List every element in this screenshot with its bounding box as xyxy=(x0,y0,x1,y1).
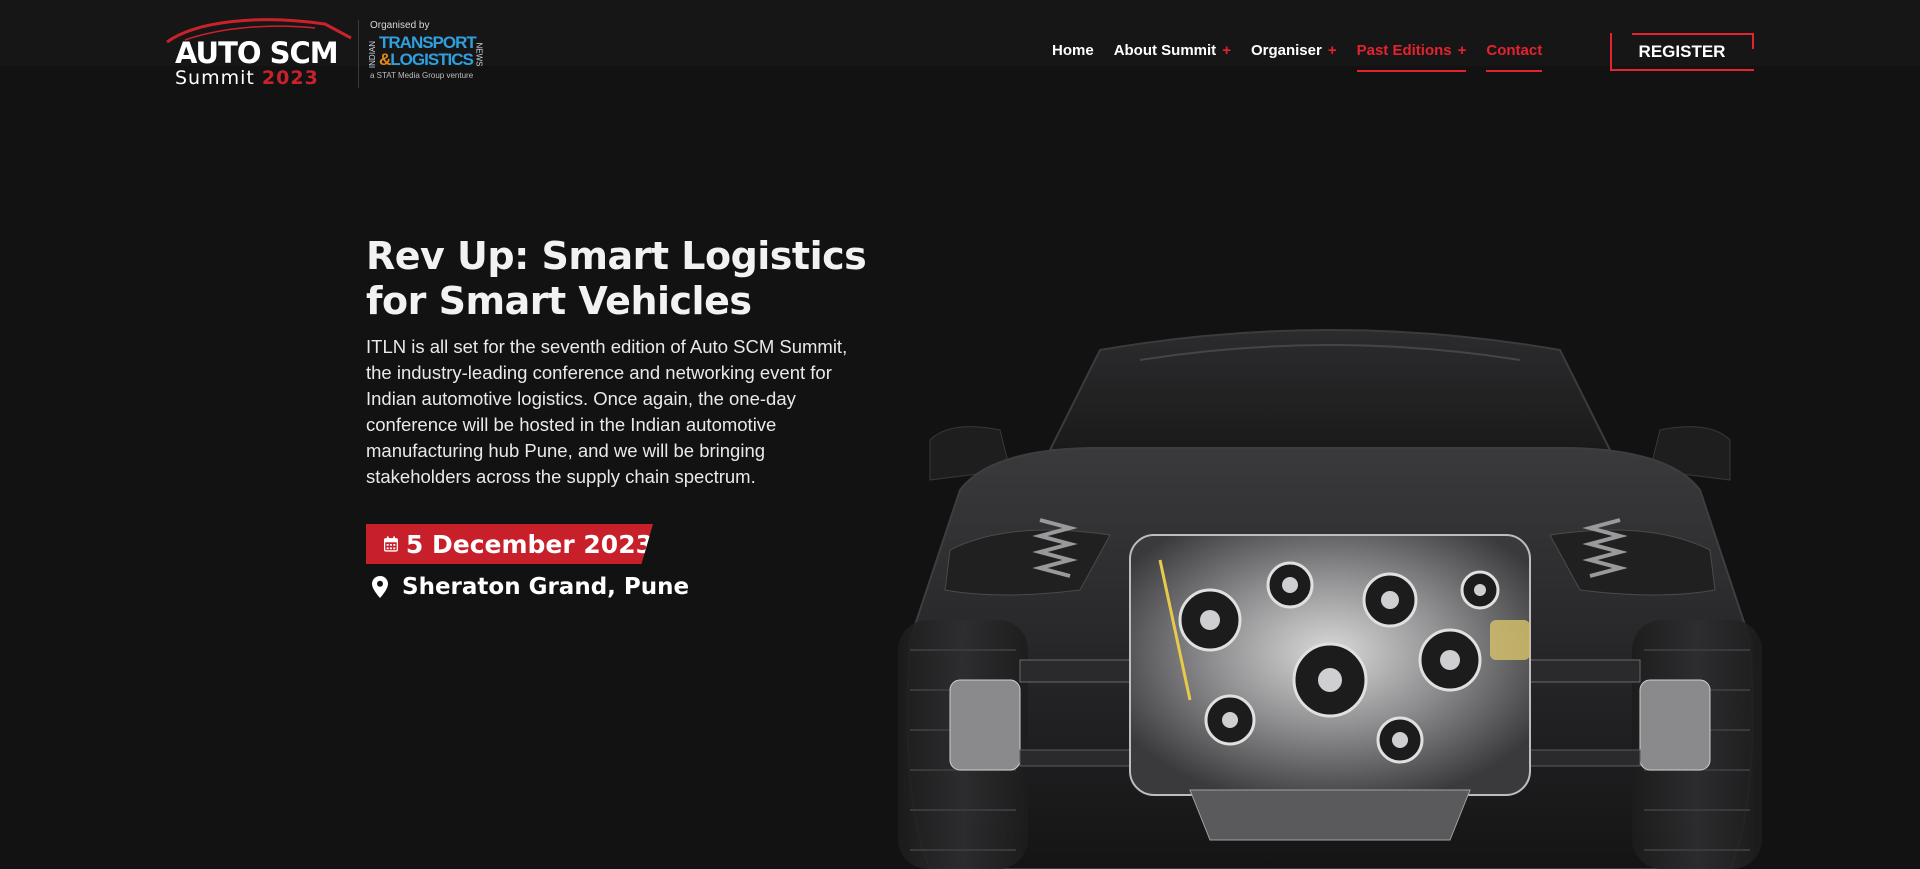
map-pin-icon xyxy=(372,576,388,598)
nav-organiser-label: Organiser xyxy=(1250,42,1322,59)
logo-title: AUTO SCM xyxy=(175,36,339,70)
main-nav: Home About Summit + Organiser + Past Edi… xyxy=(1052,42,1543,72)
logo-subtitle: Summit 2023 xyxy=(175,67,319,89)
car-engine-image xyxy=(898,329,1762,869)
calendar-icon xyxy=(384,536,398,552)
nav-past-editions[interactable]: Past Editions + xyxy=(1356,42,1467,72)
org-logistics-text: LOGISTICS xyxy=(390,50,474,69)
plus-icon: + xyxy=(1327,42,1337,59)
nav-home[interactable]: Home xyxy=(1052,42,1094,60)
event-date: 5 December 2023 xyxy=(405,529,653,559)
org-news-text: NEWS xyxy=(474,42,484,67)
nav-about-summit-label: About Summit xyxy=(1113,42,1217,59)
logo-year-text: 2023 xyxy=(261,67,319,89)
auto-scm-summit-logo[interactable]: AUTO SCM Summit 2023 xyxy=(165,16,365,90)
org-amp-text: & xyxy=(379,50,391,69)
hero-title: Rev Up: Smart Logistics for Smart Vehicl… xyxy=(366,234,867,323)
plus-icon: + xyxy=(1457,42,1467,59)
register-button[interactable]: REGISTER xyxy=(1610,33,1754,71)
event-venue: Sheraton Grand, Pune xyxy=(372,574,689,600)
logo-summit-text: Summit xyxy=(175,67,255,89)
register-border-bottom xyxy=(1610,69,1754,71)
org-logistics-line: &LOGISTICS xyxy=(379,50,474,69)
nav-home-label: Home xyxy=(1052,42,1094,59)
nav-contact-label: Contact xyxy=(1486,42,1543,59)
nav-organiser[interactable]: Organiser + xyxy=(1251,42,1337,60)
nav-contact[interactable]: Contact xyxy=(1486,42,1543,72)
org-venture-text: a STAT Media Group venture xyxy=(370,71,474,80)
register-border-left xyxy=(1610,33,1612,71)
plus-icon: + xyxy=(1222,42,1231,59)
logo-divider xyxy=(358,20,359,88)
event-venue-text: Sheraton Grand, Pune xyxy=(402,574,690,600)
organised-by-label: Organised by xyxy=(370,20,430,31)
register-border-right xyxy=(1752,33,1754,49)
org-indian-text: INDIAN xyxy=(368,40,378,69)
register-label: REGISTER xyxy=(1638,42,1726,61)
nav-past-editions-label: Past Editions xyxy=(1356,42,1452,59)
register-border-top xyxy=(1632,33,1754,35)
nav-about-summit[interactable]: About Summit + xyxy=(1114,42,1231,60)
organiser-logo[interactable]: Organised by INDIAN TRANSPORT &LOGISTICS… xyxy=(368,20,488,86)
event-date-badge: 5 December 2023 xyxy=(366,524,653,564)
hero-description: ITLN is all set for the seventh edition … xyxy=(366,336,848,487)
